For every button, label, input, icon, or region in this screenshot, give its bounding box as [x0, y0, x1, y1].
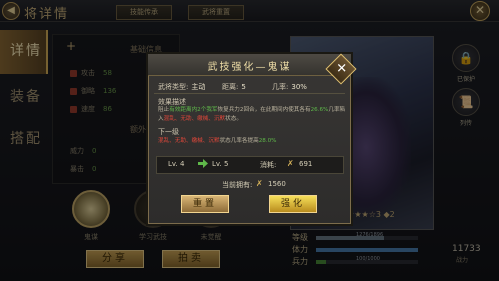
next-level: Lv. 5: [212, 160, 229, 168]
effect-text-part: 状态。: [225, 116, 242, 122]
skill-range: 距离: 5: [222, 82, 246, 92]
reset-button[interactable]: 重置: [181, 195, 229, 213]
skill-chance: 几率: 30%: [272, 82, 307, 92]
next-text-part: 28.0%: [258, 138, 277, 144]
dialog-title: 武技强化—鬼谋: [207, 62, 292, 73]
type-label: 武将类型:: [158, 83, 189, 91]
effect-text-part: 阻止: [158, 107, 170, 113]
cost-value: 691: [299, 160, 313, 168]
effect-text-part: 26.6%: [310, 107, 329, 113]
next-level-description: 混乱、无助、缴械、沉默状态几率各提高28.0%: [158, 137, 346, 146]
range-value: 5: [241, 83, 246, 91]
arrow-right-icon: [198, 159, 208, 168]
skill-type: 武将类型: 主动: [158, 82, 205, 92]
owned-label: 当前拥有:: [222, 181, 253, 189]
close-icon: ✕: [335, 61, 347, 77]
cost-label: 消耗:: [260, 161, 277, 169]
current-level: Lv. 4: [168, 160, 185, 168]
currency-icon: ✗: [256, 179, 263, 188]
effect-text-part: 混乱、无助、缴械、沉默: [163, 116, 226, 122]
strengthen-button[interactable]: 强化: [269, 195, 317, 213]
chance-value: 30%: [291, 83, 307, 91]
divider: [154, 93, 345, 94]
next-text-part: 状态几率各提高: [219, 138, 259, 144]
next-level-title: 下一级: [158, 128, 179, 136]
next-text-part: 混乱、无助、缴械、沉默: [158, 138, 220, 144]
chance-label: 几率:: [272, 83, 289, 91]
currency-icon: ✗: [287, 159, 294, 168]
effect-text-part: 有效距离内2个我军: [169, 107, 218, 113]
owned-value: 1560: [268, 180, 286, 188]
effect-text-part: 恢复兵力2回合，在此期间内使其各有: [217, 107, 311, 113]
effect-description: 阻止有效距离内2个我军恢复兵力2回合，在此期间内使其各有26.6%几率陷入混乱、…: [158, 106, 346, 124]
type-value: 主动: [191, 83, 206, 91]
range-label: 距离:: [222, 83, 239, 91]
